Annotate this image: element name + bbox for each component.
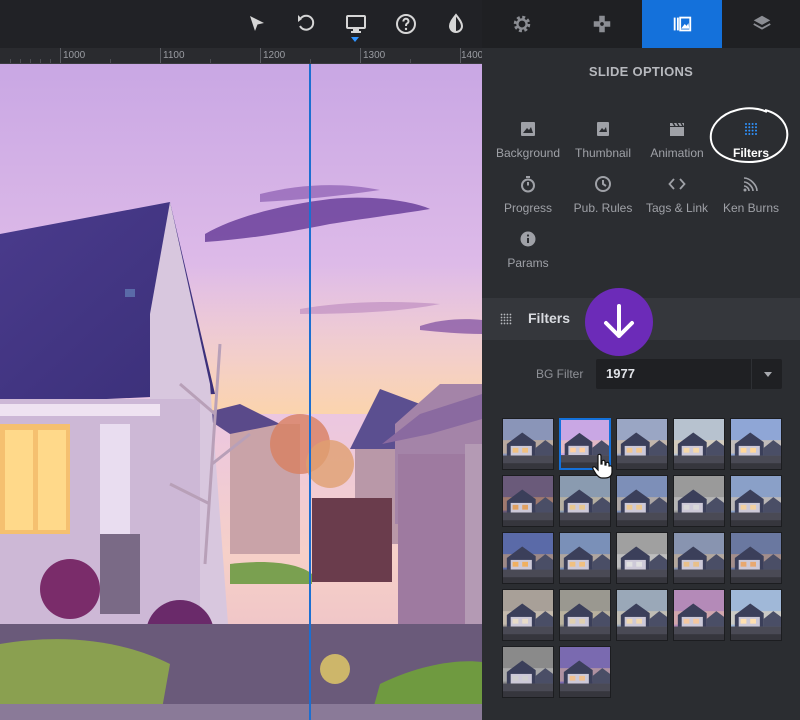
panel-title: SLIDE OPTIONS xyxy=(588,64,694,79)
gear-icon xyxy=(513,15,531,33)
thumbnail-icon xyxy=(594,120,612,138)
hand-cursor-icon xyxy=(592,453,613,479)
filter-thumbnail[interactable] xyxy=(559,475,611,527)
filter-thumbnail[interactable] xyxy=(502,646,554,698)
filter-thumbnail[interactable] xyxy=(673,589,725,641)
settings-panel: SLIDE OPTIONS Background Thumbnail Anima… xyxy=(482,0,800,720)
option-label: Ken Burns xyxy=(722,201,780,215)
tab-general[interactable] xyxy=(482,0,562,48)
filter-thumbnail[interactable] xyxy=(730,475,782,527)
bg-filter-select[interactable]: 1977 xyxy=(596,359,782,389)
stopwatch-icon xyxy=(519,175,537,193)
editor-toolbar xyxy=(0,0,482,48)
filters-section-title: Filters xyxy=(528,310,571,326)
kenburns-icon xyxy=(742,175,760,193)
filter-thumbnail[interactable] xyxy=(559,589,611,641)
image-icon xyxy=(519,120,537,138)
option-params[interactable]: Params xyxy=(488,230,568,270)
option-pub-rules[interactable]: Pub. Rules xyxy=(563,175,643,215)
bg-filter-value: 1977 xyxy=(606,366,635,381)
contrast-icon[interactable] xyxy=(444,12,468,36)
ruler-tick xyxy=(160,48,161,63)
option-label: Params xyxy=(507,256,549,270)
option-label: Tags & Link xyxy=(645,201,709,215)
filter-thumbnail[interactable] xyxy=(502,418,554,470)
filter-thumbnail[interactable] xyxy=(616,418,668,470)
option-progress[interactable]: Progress xyxy=(488,175,568,215)
code-icon xyxy=(668,175,686,193)
filter-thumbnail[interactable] xyxy=(730,418,782,470)
filter-thumbnail[interactable] xyxy=(502,532,554,584)
slides-icon xyxy=(673,16,692,32)
ruler-label: 1100 xyxy=(163,50,185,61)
layers-icon xyxy=(753,15,771,30)
highlight-circle xyxy=(709,107,789,164)
filter-thumbnail[interactable] xyxy=(502,475,554,527)
filter-thumbnail[interactable] xyxy=(673,475,725,527)
bg-filter-label: BG Filter xyxy=(536,367,584,381)
ruler-tick xyxy=(360,48,361,63)
puzzle-icon xyxy=(593,15,611,33)
filter-thumbnail[interactable] xyxy=(559,646,611,698)
filter-thumbnail[interactable] xyxy=(616,475,668,527)
chevron-down-icon xyxy=(764,372,772,377)
tab-slides[interactable] xyxy=(642,0,722,48)
panel-tabs xyxy=(482,0,800,48)
option-label: Pub. Rules xyxy=(573,201,633,215)
filters-icon xyxy=(498,311,514,327)
cursor-icon[interactable] xyxy=(245,12,269,36)
filter-thumbnail[interactable] xyxy=(616,589,668,641)
clock-icon xyxy=(594,175,612,193)
option-label: Thumbnail xyxy=(574,146,632,160)
tab-addons[interactable] xyxy=(562,0,642,48)
tab-layers[interactable] xyxy=(722,0,800,48)
horizontal-ruler: 1000 1100 1200 1300 1400 xyxy=(0,48,482,64)
device-indicator xyxy=(351,37,359,42)
slide-canvas[interactable] xyxy=(0,64,482,720)
info-icon xyxy=(519,230,537,248)
filter-thumbnail[interactable] xyxy=(673,418,725,470)
ruler-label: 1200 xyxy=(263,50,286,61)
ruler-label: 1300 xyxy=(363,50,386,61)
option-ken-burns[interactable]: Ken Burns xyxy=(711,175,791,215)
arrow-down-badge xyxy=(585,288,653,356)
slide-background-image xyxy=(0,64,482,720)
filter-thumbnail[interactable] xyxy=(502,589,554,641)
filter-thumbnail[interactable] xyxy=(730,589,782,641)
arrow-down-icon xyxy=(604,304,634,338)
filter-thumbnail[interactable] xyxy=(559,532,611,584)
option-label: Background xyxy=(495,146,561,160)
option-thumbnail[interactable]: Thumbnail xyxy=(563,120,643,160)
ruler-label: 1000 xyxy=(63,50,86,61)
help-icon[interactable] xyxy=(394,12,418,36)
option-label: Progress xyxy=(503,201,553,215)
option-tags-link[interactable]: Tags & Link xyxy=(637,175,717,215)
vertical-guide-line[interactable] xyxy=(309,64,311,720)
desktop-icon[interactable] xyxy=(344,12,368,36)
ruler-tick xyxy=(260,48,261,63)
clapper-icon xyxy=(668,120,686,138)
filter-thumbnail[interactable] xyxy=(730,532,782,584)
filter-thumbnail[interactable] xyxy=(673,532,725,584)
option-background[interactable]: Background xyxy=(488,120,568,160)
filter-thumbnail[interactable] xyxy=(616,532,668,584)
option-animation[interactable]: Animation xyxy=(637,120,717,160)
option-label: Animation xyxy=(650,146,704,160)
ruler-tick xyxy=(60,48,61,63)
undo-icon[interactable] xyxy=(294,12,318,36)
ruler-label: 1400 xyxy=(461,50,482,61)
